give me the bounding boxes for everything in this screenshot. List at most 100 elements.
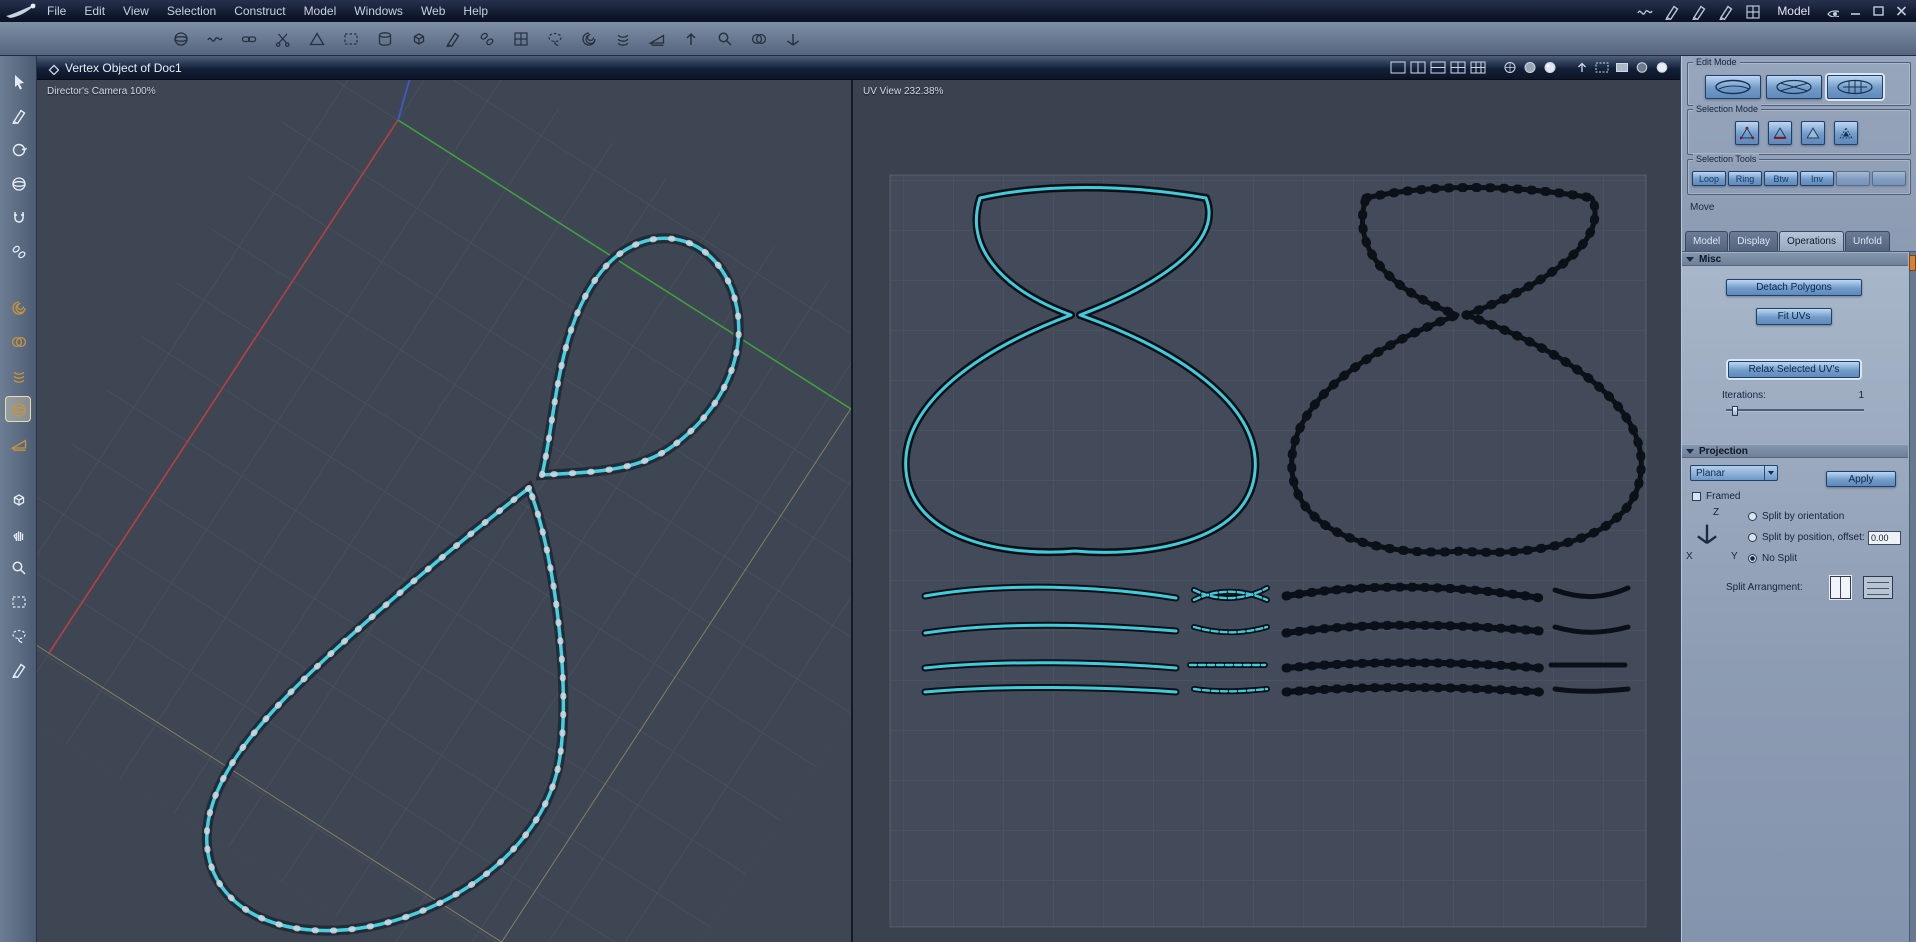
misc-section-header[interactable]: Misc [1682, 252, 1908, 266]
room-pen-icon[interactable] [1663, 3, 1680, 20]
rotate-view-icon[interactable] [5, 136, 31, 162]
fit-uvs-button[interactable]: Fit UVs [1756, 308, 1832, 325]
pen-tool-icon[interactable] [440, 26, 465, 51]
split-tool-icon[interactable] [270, 26, 295, 51]
gold-knot-icon[interactable] [5, 328, 31, 354]
extract-tool-icon[interactable] [678, 26, 703, 51]
gold-sphere-icon[interactable] [5, 396, 31, 422]
view-up-icon[interactable] [1574, 61, 1590, 74]
menu-construct[interactable]: Construct [225, 2, 294, 20]
layout-six-icon[interactable] [1470, 61, 1486, 74]
weld-tool-icon[interactable] [474, 26, 499, 51]
viewport-3d[interactable]: Director's Camera 100% [37, 80, 851, 942]
marquee-tool-icon[interactable] [338, 26, 363, 51]
menu-view[interactable]: View [114, 2, 158, 20]
minimize-icon[interactable] [1849, 5, 1862, 17]
shading-wireframe-icon[interactable] [1502, 61, 1518, 74]
spiral-tool-icon[interactable] [576, 26, 601, 51]
select-object-button[interactable] [1834, 121, 1858, 145]
split-position-radio[interactable] [1748, 533, 1757, 542]
layout-two-horizontal-icon[interactable] [1430, 61, 1446, 74]
menu-edit[interactable]: Edit [75, 2, 114, 20]
magnet-icon[interactable] [5, 204, 31, 230]
close-icon[interactable] [1895, 5, 1908, 17]
3d-canvas[interactable] [37, 80, 851, 942]
edit-mode-object-button[interactable] [1705, 75, 1761, 99]
lasso-select-icon[interactable] [5, 622, 31, 648]
projection-section-header[interactable]: Projection [1682, 444, 1908, 458]
edit-mode-faces-button[interactable] [1827, 75, 1883, 99]
tab-unfold[interactable]: Unfold [1844, 231, 1890, 251]
paint-select-icon[interactable] [5, 102, 31, 128]
selection-tool-extra-1[interactable] [1836, 171, 1870, 186]
zoom-icon[interactable] [5, 554, 31, 580]
ring-button[interactable]: Ring [1728, 171, 1762, 186]
split-orientation-radio[interactable] [1748, 512, 1757, 521]
solid-box-icon[interactable] [1614, 61, 1630, 74]
gold-wedge-icon[interactable] [5, 430, 31, 456]
edit-mode-edges-button[interactable] [1766, 75, 1822, 99]
tab-operations[interactable]: Operations [1779, 231, 1844, 251]
menu-web[interactable]: Web [412, 2, 454, 20]
coil-tool-icon[interactable] [610, 26, 635, 51]
menu-selection[interactable]: Selection [158, 2, 225, 20]
maximize-icon[interactable] [1872, 5, 1885, 17]
sphere-low-icon[interactable] [1634, 61, 1650, 74]
viewport-title-bar[interactable]: Vertex Object of Doc1 [37, 56, 1680, 80]
viewport-uv[interactable]: UV View 232.38% [853, 80, 1680, 942]
layout-two-vertical-icon[interactable] [1410, 61, 1426, 74]
sphere-high-icon[interactable] [1654, 61, 1670, 74]
select-faces-button[interactable] [1801, 121, 1825, 145]
iterations-slider[interactable] [1726, 406, 1864, 416]
menu-model[interactable]: Model [295, 2, 346, 20]
invert-button[interactable]: Inv [1800, 171, 1834, 186]
pan-hand-icon[interactable] [5, 520, 31, 546]
projection-type-select[interactable]: Planar [1690, 465, 1778, 481]
shading-flat-icon[interactable] [1522, 61, 1538, 74]
layout-four-icon[interactable] [1450, 61, 1466, 74]
select-points-button[interactable] [1735, 121, 1759, 145]
grid-tool-icon[interactable] [508, 26, 533, 51]
apply-button[interactable]: Apply [1826, 471, 1896, 487]
selection-tool-extra-2[interactable] [1872, 171, 1906, 186]
eye-icon[interactable] [1826, 5, 1839, 17]
gold-spiral-icon[interactable] [5, 294, 31, 320]
arrangement-vertical-option[interactable] [1830, 576, 1851, 599]
facet-tool-icon[interactable] [304, 26, 329, 51]
no-split-radio[interactable] [1748, 554, 1757, 563]
link-tool-icon[interactable] [236, 26, 261, 51]
tab-display[interactable]: Display [1729, 231, 1779, 251]
uv-canvas[interactable] [853, 80, 1680, 942]
axes-tool-icon[interactable] [780, 26, 805, 51]
soft-select-icon[interactable] [5, 170, 31, 196]
marquee-select-icon[interactable] [5, 588, 31, 614]
sphere-tool-icon[interactable] [168, 26, 193, 51]
arrangement-horizontal-option[interactable] [1863, 576, 1893, 599]
room-pen3-icon[interactable] [1717, 3, 1734, 20]
room-pen2-icon[interactable] [1690, 3, 1707, 20]
select-edges-button[interactable] [1768, 121, 1792, 145]
menu-windows[interactable]: Windows [345, 2, 412, 20]
menu-file[interactable]: File [38, 2, 75, 20]
lasso-tool-icon[interactable] [542, 26, 567, 51]
cube-tool-icon[interactable] [406, 26, 431, 51]
menu-help[interactable]: Help [454, 2, 497, 20]
relax-selected-uvs-button[interactable]: Relax Selected UV's [1728, 361, 1860, 378]
panel-scrollbar-thumb[interactable] [1909, 255, 1916, 271]
bounding-box-icon[interactable] [1594, 61, 1610, 74]
detach-polygons-button[interactable]: Detach Polygons [1726, 279, 1862, 296]
panel-scrollbar[interactable] [1909, 252, 1916, 942]
curve-tool-icon[interactable] [202, 26, 227, 51]
pencil-icon[interactable] [5, 656, 31, 682]
cylinder-tool-icon[interactable] [372, 26, 397, 51]
slider-thumb[interactable] [1732, 406, 1738, 416]
between-button[interactable]: Btw [1764, 171, 1798, 186]
shading-smooth-icon[interactable] [1542, 61, 1558, 74]
layout-single-icon[interactable] [1390, 61, 1406, 74]
wedge-tool-icon[interactable] [644, 26, 669, 51]
weld-chain-icon[interactable] [5, 238, 31, 264]
framed-checkbox[interactable] [1692, 492, 1701, 501]
offset-input[interactable] [1868, 531, 1901, 545]
tab-model[interactable]: Model [1685, 231, 1729, 251]
room-grid-icon[interactable] [1744, 3, 1761, 20]
